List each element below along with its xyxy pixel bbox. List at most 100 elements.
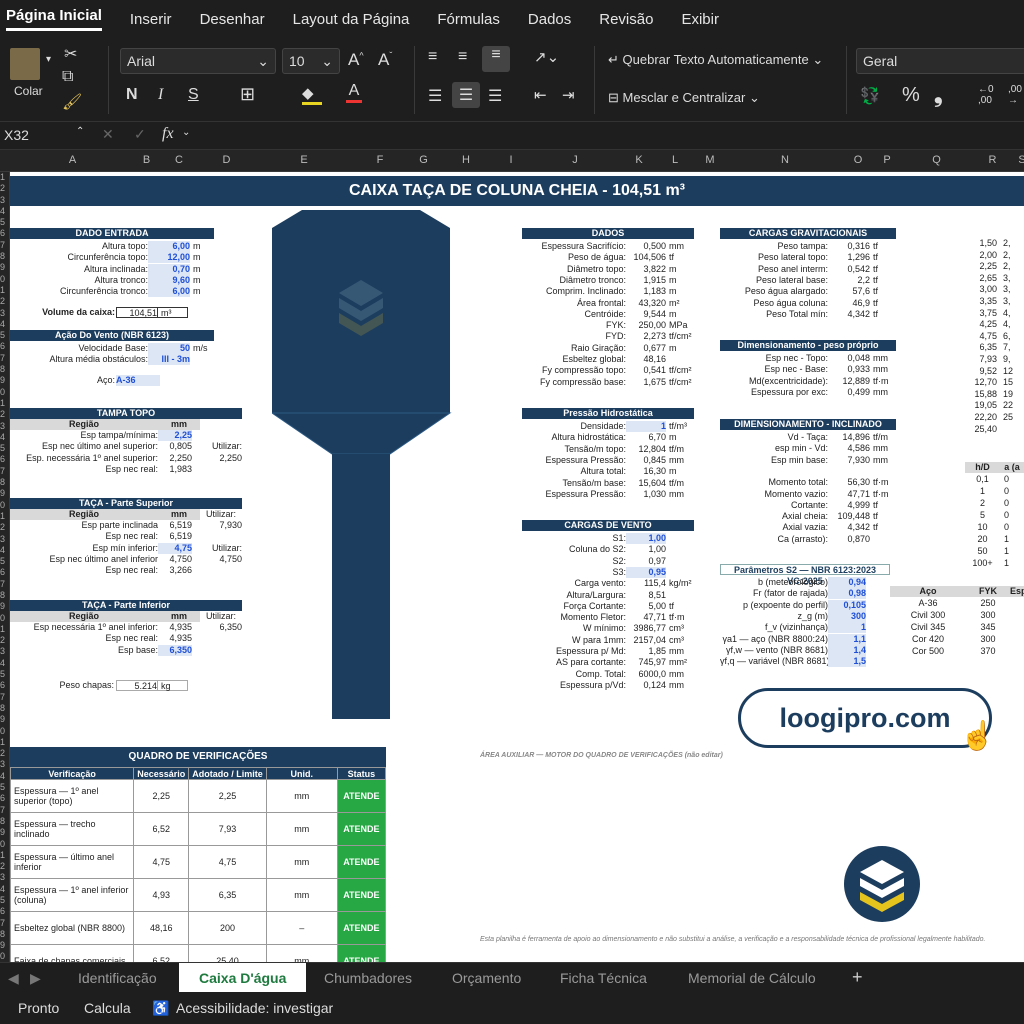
row-value[interactable]: 0,124 <box>626 680 666 691</box>
row-value[interactable]: 0,048 <box>828 353 870 364</box>
row-value[interactable]: 7,930 <box>828 455 870 466</box>
row-header[interactable]: 0 <box>0 951 9 962</box>
row-value[interactable]: 0,933 <box>828 364 870 375</box>
decrease-indent-icon[interactable]: ⇤ <box>534 86 547 104</box>
sheet-tab-orcamento[interactable]: Orçamento <box>452 970 521 986</box>
row-header[interactable]: 7 <box>0 240 9 251</box>
row-value[interactable]: 4,935 <box>158 633 192 644</box>
currency-icon[interactable]: 💱 <box>860 86 880 106</box>
volume-value[interactable]: 104,51 <box>116 307 158 318</box>
row-header[interactable]: 5 <box>0 330 9 341</box>
row-header[interactable]: 7 <box>0 579 9 590</box>
row-value[interactable]: 1,00 <box>626 544 666 555</box>
increase-decimal-icon[interactable]: ←0,00 <box>978 84 994 106</box>
row-header[interactable]: 1 <box>0 398 9 409</box>
increase-font-icon[interactable]: A^ <box>348 50 364 70</box>
column-header[interactable]: K <box>618 154 660 166</box>
column-header[interactable]: M <box>690 154 730 166</box>
row-value[interactable]: 46,9 <box>828 298 870 309</box>
row-value[interactable]: 0,105 <box>828 599 866 611</box>
row-value[interactable]: 1,296 <box>828 252 870 263</box>
sheet-tab-caixa-dagua[interactable]: Caixa D'água <box>179 963 307 993</box>
row-value[interactable]: 16,30 <box>626 466 666 477</box>
column-header[interactable]: N <box>730 154 840 166</box>
loogipro-badge[interactable]: loogipro.com ☝ <box>738 688 995 751</box>
row-value[interactable]: 2157,04 <box>626 635 666 646</box>
row-value[interactable]: 300 <box>828 610 866 622</box>
row-value[interactable]: 4,999 <box>828 500 870 511</box>
row-value[interactable]: 6,519 <box>158 520 192 531</box>
row-header[interactable]: 7 <box>0 466 9 477</box>
peso-value[interactable]: 5.214 <box>116 680 158 691</box>
row-value[interactable]: 1,1 <box>828 633 866 645</box>
row-value[interactable]: 8,51 <box>626 590 666 601</box>
row-value[interactable]: 0,845 <box>626 455 666 466</box>
row-value[interactable]: 2,2 <box>828 275 870 286</box>
row-value[interactable]: 6,70 <box>626 432 666 443</box>
tab-formulas[interactable]: Fórmulas <box>437 11 500 28</box>
row-header[interactable]: 6 <box>0 680 9 691</box>
row-value[interactable]: 9,60 <box>148 274 190 286</box>
row-header[interactable]: 8 <box>0 590 9 601</box>
row-value[interactable]: 115,4 <box>626 578 666 589</box>
row-header[interactable]: 0 <box>0 500 9 511</box>
aco-value[interactable]: A-36 <box>116 375 160 386</box>
row-value[interactable]: 6,00 <box>148 241 190 252</box>
status-calc[interactable]: Calcula <box>84 1000 131 1016</box>
tab-layout[interactable]: Layout da Página <box>293 11 410 28</box>
row-value[interactable]: 4,342 <box>828 522 870 533</box>
row-value[interactable]: 48,16 <box>626 354 666 365</box>
row-header[interactable]: 3 <box>0 421 9 432</box>
row-header[interactable]: 2 <box>0 635 9 646</box>
row-value[interactable]: 3,266 <box>158 565 192 576</box>
row-header[interactable]: 2 <box>0 409 9 420</box>
row-value[interactable]: 1,675 <box>626 377 666 388</box>
row-value[interactable]: 4,750 <box>158 554 192 565</box>
column-header[interactable]: S <box>1010 154 1024 166</box>
row-value[interactable]: 15,604 <box>626 478 666 489</box>
sheet-tab-chumbadores[interactable]: Chumbadores <box>324 970 412 986</box>
row-header[interactable]: 5 <box>0 782 9 793</box>
tab-desenhar[interactable]: Desenhar <box>200 11 265 28</box>
align-top-icon[interactable]: ≡ <box>428 48 437 66</box>
row-header[interactable]: 6 <box>0 793 9 804</box>
row-header[interactable]: 0 <box>0 274 9 285</box>
row-header[interactable]: 4 <box>0 319 9 330</box>
row-value[interactable]: 0,94 <box>828 577 866 588</box>
next-sheet-icon[interactable]: ▶ <box>30 970 41 987</box>
row-value[interactable]: 4,342 <box>828 309 870 320</box>
row-value[interactable]: 2,273 <box>626 331 666 342</box>
row-value[interactable]: 0,97 <box>626 556 666 567</box>
row-value[interactable]: 9,544 <box>626 309 666 320</box>
row-value[interactable]: 109,448 <box>828 511 870 522</box>
column-header[interactable]: C <box>158 154 200 166</box>
row-value[interactable]: 0,499 <box>828 387 870 398</box>
percent-icon[interactable]: % <box>902 84 920 107</box>
row-value[interactable]: 1 <box>626 421 666 432</box>
align-left-icon[interactable]: ☰ <box>428 86 442 106</box>
row-value[interactable]: 50 <box>148 343 190 354</box>
row-header[interactable]: 0 <box>0 387 9 398</box>
row-value[interactable]: 1,983 <box>158 464 192 475</box>
row-value[interactable]: 1,183 <box>626 286 666 297</box>
row-header[interactable]: 3 <box>0 759 9 770</box>
row-value[interactable]: 0,316 <box>828 241 870 252</box>
row-value[interactable]: 4,75 <box>158 542 192 554</box>
column-header[interactable]: E <box>253 154 355 166</box>
row-header[interactable]: 1 <box>0 511 9 522</box>
row-header[interactable]: 3 <box>0 534 9 545</box>
row-header[interactable]: 2 <box>0 183 9 194</box>
row-header[interactable]: 4 <box>0 432 9 443</box>
row-value[interactable]: 4,935 <box>158 622 192 633</box>
tab-exibir[interactable]: Exibir <box>681 11 719 28</box>
column-header[interactable]: Q <box>898 154 975 166</box>
row-header[interactable]: 3 <box>0 308 9 319</box>
row-header[interactable]: 2 <box>0 296 9 307</box>
column-header[interactable]: B <box>135 154 158 166</box>
sheet-tab-ficha-tecnica[interactable]: Ficha Técnica <box>560 970 647 986</box>
paste-icon[interactable] <box>10 48 40 80</box>
copy-icon[interactable]: ⧉ <box>62 68 73 86</box>
row-header[interactable]: 4 <box>0 771 9 782</box>
row-header[interactable]: 9 <box>0 714 9 725</box>
row-value[interactable]: 4,586 <box>828 443 870 454</box>
